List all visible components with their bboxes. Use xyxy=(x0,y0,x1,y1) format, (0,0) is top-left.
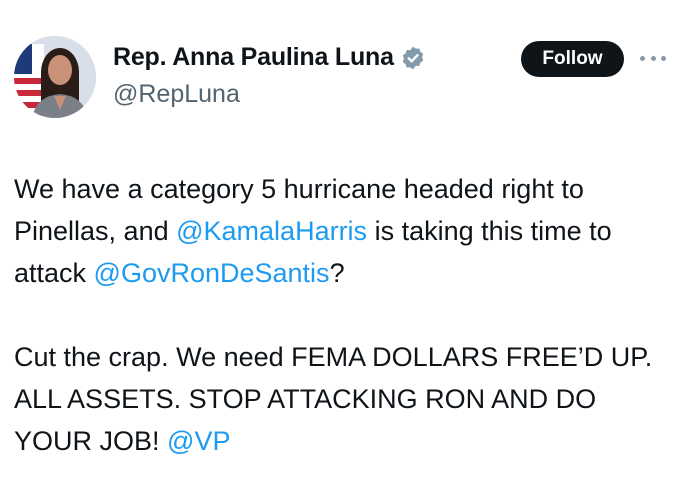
avatar[interactable] xyxy=(14,36,96,118)
mention-vp-link[interactable]: @VP xyxy=(167,426,230,456)
tweet-paragraph-2: Cut the crap. We need FEMA DOLLARS FREE’… xyxy=(14,336,664,462)
more-options-icon[interactable] xyxy=(640,52,666,64)
follow-button[interactable]: Follow xyxy=(521,41,624,77)
tweet-paragraph-1: We have a category 5 hurricane headed ri… xyxy=(14,168,664,294)
more-dot xyxy=(650,55,656,61)
more-dot xyxy=(640,55,645,61)
tweet-text-segment: ? xyxy=(329,258,345,288)
author-display-name[interactable]: Rep. Anna Paulina Luna xyxy=(113,43,394,72)
avatar-image xyxy=(14,36,96,118)
author-handle[interactable]: @RepLuna xyxy=(113,80,240,109)
mention-govrondesantis-link[interactable]: @GovRonDeSantis xyxy=(94,258,330,288)
tweet-text-segment: Cut the crap. We need FEMA DOLLARS FREE’… xyxy=(14,342,653,456)
author-name-row: Rep. Anna Paulina Luna xyxy=(113,43,426,72)
tweet-text: We have a category 5 hurricane headed ri… xyxy=(14,168,664,462)
more-dot xyxy=(661,55,666,61)
verified-badge-icon xyxy=(400,45,426,71)
mention-kamalaharris-link[interactable]: @KamalaHarris xyxy=(176,216,367,246)
tweet-header: Rep. Anna Paulina Luna @RepLuna Follow xyxy=(0,0,680,130)
